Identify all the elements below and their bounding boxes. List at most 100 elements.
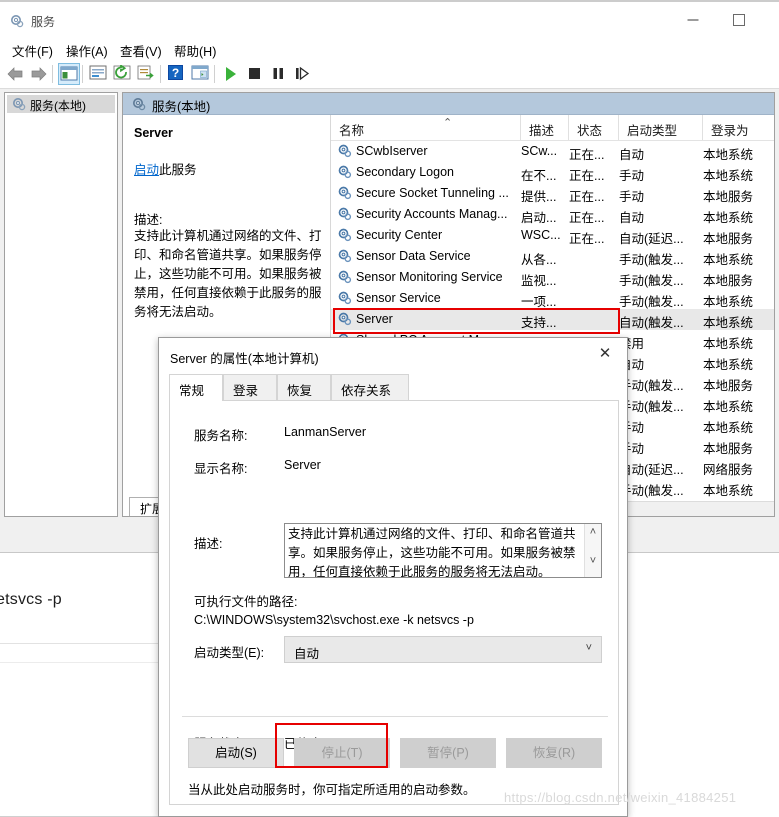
watermark-text: https://blog.csdn.net/weixin_41884251: [504, 790, 737, 805]
toolbar-separator-3: [160, 65, 161, 83]
dialog-divider: [182, 716, 608, 717]
column-header-log-on-as[interactable]: 登录为: [703, 115, 774, 140]
table-row[interactable]: Security Center WSC... 正在... 自动(延迟... 本地服务: [331, 225, 774, 246]
close-button[interactable]: ✕: [762, 4, 779, 36]
label-exe-path: 可执行文件的路径:: [194, 595, 298, 609]
cell-status: 正在...: [569, 190, 605, 204]
maximize-icon: [733, 14, 745, 26]
stop-button[interactable]: 停止(T): [294, 738, 390, 768]
cell-log-on-as: 本地系统: [703, 211, 754, 225]
services-list-header: 名称 ⌃ 描述 状态 启动类型 登录为: [331, 115, 774, 141]
table-row[interactable]: Sensor Monitoring Service 监视... 手动(触发... 本地…: [331, 267, 774, 288]
cell-startup-type: 手动(触发...: [619, 253, 684, 267]
tree-item-label: 服务(本地): [30, 99, 86, 113]
column-header-startup-type[interactable]: 启动类型: [619, 115, 703, 140]
tab-log-on[interactable]: 登录: [223, 374, 277, 400]
cell-description: 启动...: [521, 211, 557, 225]
show-hide-tree-icon[interactable]: [58, 63, 80, 85]
column-header-status[interactable]: 状态: [569, 115, 619, 140]
dialog-general-tab-panel: 服务名称: LanmanServer 显示名称: Server 描述: 支持此计…: [169, 400, 619, 805]
dialog-close-button[interactable]: ✕: [583, 338, 627, 368]
back-arrow-icon[interactable]: [4, 63, 26, 85]
cell-log-on-as: 本地服务: [703, 274, 754, 288]
startup-type-value: 自动: [294, 647, 320, 661]
cell-log-on-as: 本地系统: [703, 421, 754, 435]
dialog-title-bar: Server 的属性(本地计算机) ✕: [159, 338, 627, 374]
menu-bar: 文件(F) 操作(A) 查看(V) 帮助(H): [0, 36, 779, 60]
tab-recovery[interactable]: 恢复: [277, 374, 331, 400]
cell-startup-type: 手动(触发...: [619, 379, 684, 393]
service-gear-icon: [337, 164, 353, 180]
start-service-link[interactable]: 启动: [134, 163, 159, 177]
column-header-description[interactable]: 描述: [521, 115, 569, 140]
cell-description: 在不...: [521, 169, 557, 183]
description-textbox[interactable]: 支持此计算机通过网络的文件、打印、和命名管道共享。如果服务停止，这些功能不可用。…: [284, 523, 602, 578]
table-row[interactable]: Security Accounts Manag... 启动... 正在... 自动 本地…: [331, 204, 774, 225]
value-exe-path: C:\WINDOWS\system32\svchost.exe -k netsv…: [194, 613, 474, 627]
cell-log-on-as: 本地系统: [703, 316, 754, 330]
cell-name: Security Center: [356, 228, 443, 242]
cell-log-on-as: 本地系统: [703, 169, 754, 183]
cell-description: 从各...: [521, 253, 557, 267]
results-pane-title: 服务(本地): [152, 100, 211, 114]
show-action-pane-icon[interactable]: [190, 63, 212, 85]
cell-name: Sensor Monitoring Service: [356, 270, 503, 284]
table-row[interactable]: Sensor Data Service 从各... 手动(触发... 本地系统: [331, 246, 774, 267]
cell-startup-type: 自动: [619, 148, 645, 162]
minimize-icon: [687, 19, 699, 21]
cell-startup-type: 手动: [619, 190, 645, 204]
svg-text:?: ?: [172, 66, 179, 80]
service-gear-icon: [337, 227, 353, 243]
pause-service-icon[interactable]: [268, 63, 290, 85]
resume-button[interactable]: 恢复(R): [506, 738, 602, 768]
start-button[interactable]: 启动(S): [188, 738, 284, 768]
close-icon: ✕: [598, 345, 612, 362]
start-service-icon[interactable]: [220, 63, 242, 85]
table-row[interactable]: Secondary Logon 在不... 正在... 手动 本地系统: [331, 162, 774, 183]
cell-description: SCw...: [521, 144, 558, 158]
tab-general[interactable]: 常规: [169, 374, 223, 401]
cell-description: 提供...: [521, 190, 557, 204]
cell-name: Sensor Service: [356, 291, 441, 305]
cell-log-on-as: 本地系统: [703, 253, 754, 267]
menu-action[interactable]: 操作(A): [62, 39, 112, 62]
minimize-button[interactable]: [670, 4, 716, 36]
cell-log-on-as: 本地系统: [703, 295, 754, 309]
value-display-name: Server: [284, 458, 321, 472]
menu-file[interactable]: 文件(F): [8, 39, 57, 62]
cell-startup-type: 手动(触发...: [619, 295, 684, 309]
details-action-line: 启动此服务: [134, 159, 197, 178]
stop-service-icon[interactable]: [244, 63, 266, 85]
export-list-icon[interactable]: [136, 63, 158, 85]
scroll-down-icon[interactable]: ˅: [585, 555, 601, 575]
tab-dependencies[interactable]: 依存关系: [331, 374, 409, 400]
refresh-icon[interactable]: [112, 63, 134, 85]
cell-status: 正在...: [569, 232, 605, 246]
cell-log-on-as: 本地系统: [703, 400, 754, 414]
help-icon[interactable]: ?: [166, 63, 188, 85]
maximize-button[interactable]: [716, 4, 762, 36]
title-bar: 服务 ✕: [0, 0, 779, 36]
restart-service-icon[interactable]: [291, 63, 313, 85]
table-row[interactable]: Sensor Service 一项... 手动(触发... 本地系统: [331, 288, 774, 309]
column-header-name[interactable]: 名称 ⌃: [331, 115, 521, 140]
details-service-name: Server: [134, 126, 173, 140]
table-row[interactable]: SCwbIserver SCw... 正在... 自动 本地系统: [331, 141, 774, 162]
startup-type-dropdown[interactable]: 自动 ˅: [284, 636, 602, 663]
tree-item-services-local[interactable]: 服务(本地): [7, 95, 115, 113]
scroll-up-icon[interactable]: ˄: [585, 526, 601, 546]
properties-icon[interactable]: [88, 63, 110, 85]
table-row[interactable]: Server 支持... 自动(触发... 本地系统: [331, 309, 774, 330]
table-row[interactable]: Secure Socket Tunneling ... 提供... 正在... 手动 本…: [331, 183, 774, 204]
cell-description: WSC...: [521, 228, 561, 242]
menu-help[interactable]: 帮助(H): [170, 39, 220, 62]
cell-log-on-as: 本地服务: [703, 232, 754, 246]
pause-button[interactable]: 暂停(P): [400, 738, 496, 768]
description-scrollbar[interactable]: ˄ ˅: [584, 524, 601, 577]
cell-startup-type: 手动(触发...: [619, 400, 684, 414]
start-service-link-suffix: 此服务: [159, 163, 197, 177]
cell-status: 正在...: [569, 211, 605, 225]
toolbar-separator-1: [52, 65, 53, 83]
menu-view[interactable]: 查看(V): [116, 39, 166, 62]
forward-arrow-icon[interactable]: [28, 63, 50, 85]
